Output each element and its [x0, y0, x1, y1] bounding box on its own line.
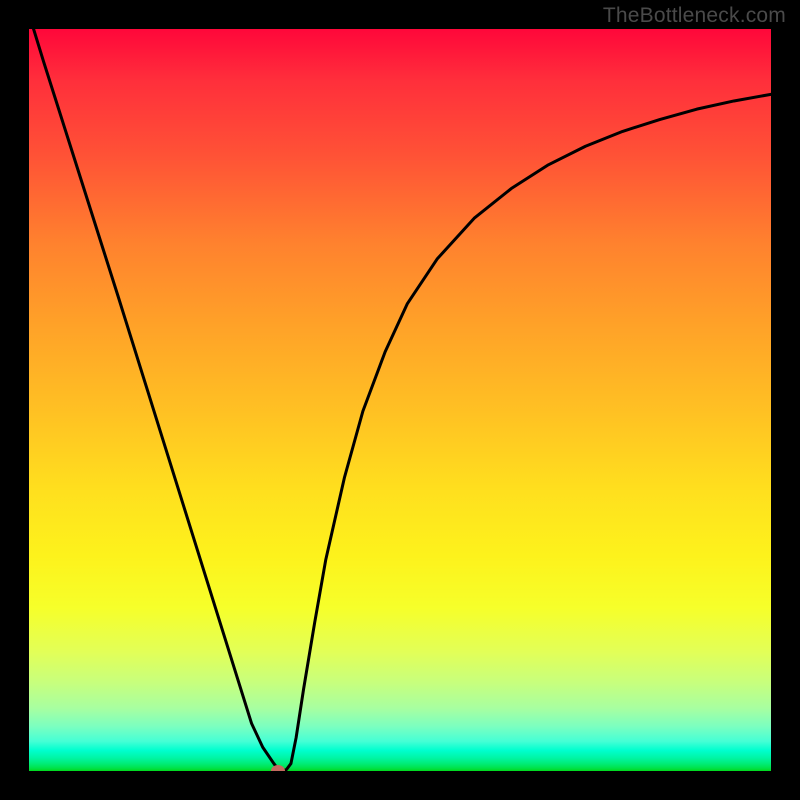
chart-frame: TheBottleneck.com [0, 0, 800, 800]
plot-area [29, 29, 771, 771]
watermark-text: TheBottleneck.com [603, 4, 786, 28]
bottleneck-curve [29, 29, 771, 771]
marker-dot [271, 765, 285, 771]
